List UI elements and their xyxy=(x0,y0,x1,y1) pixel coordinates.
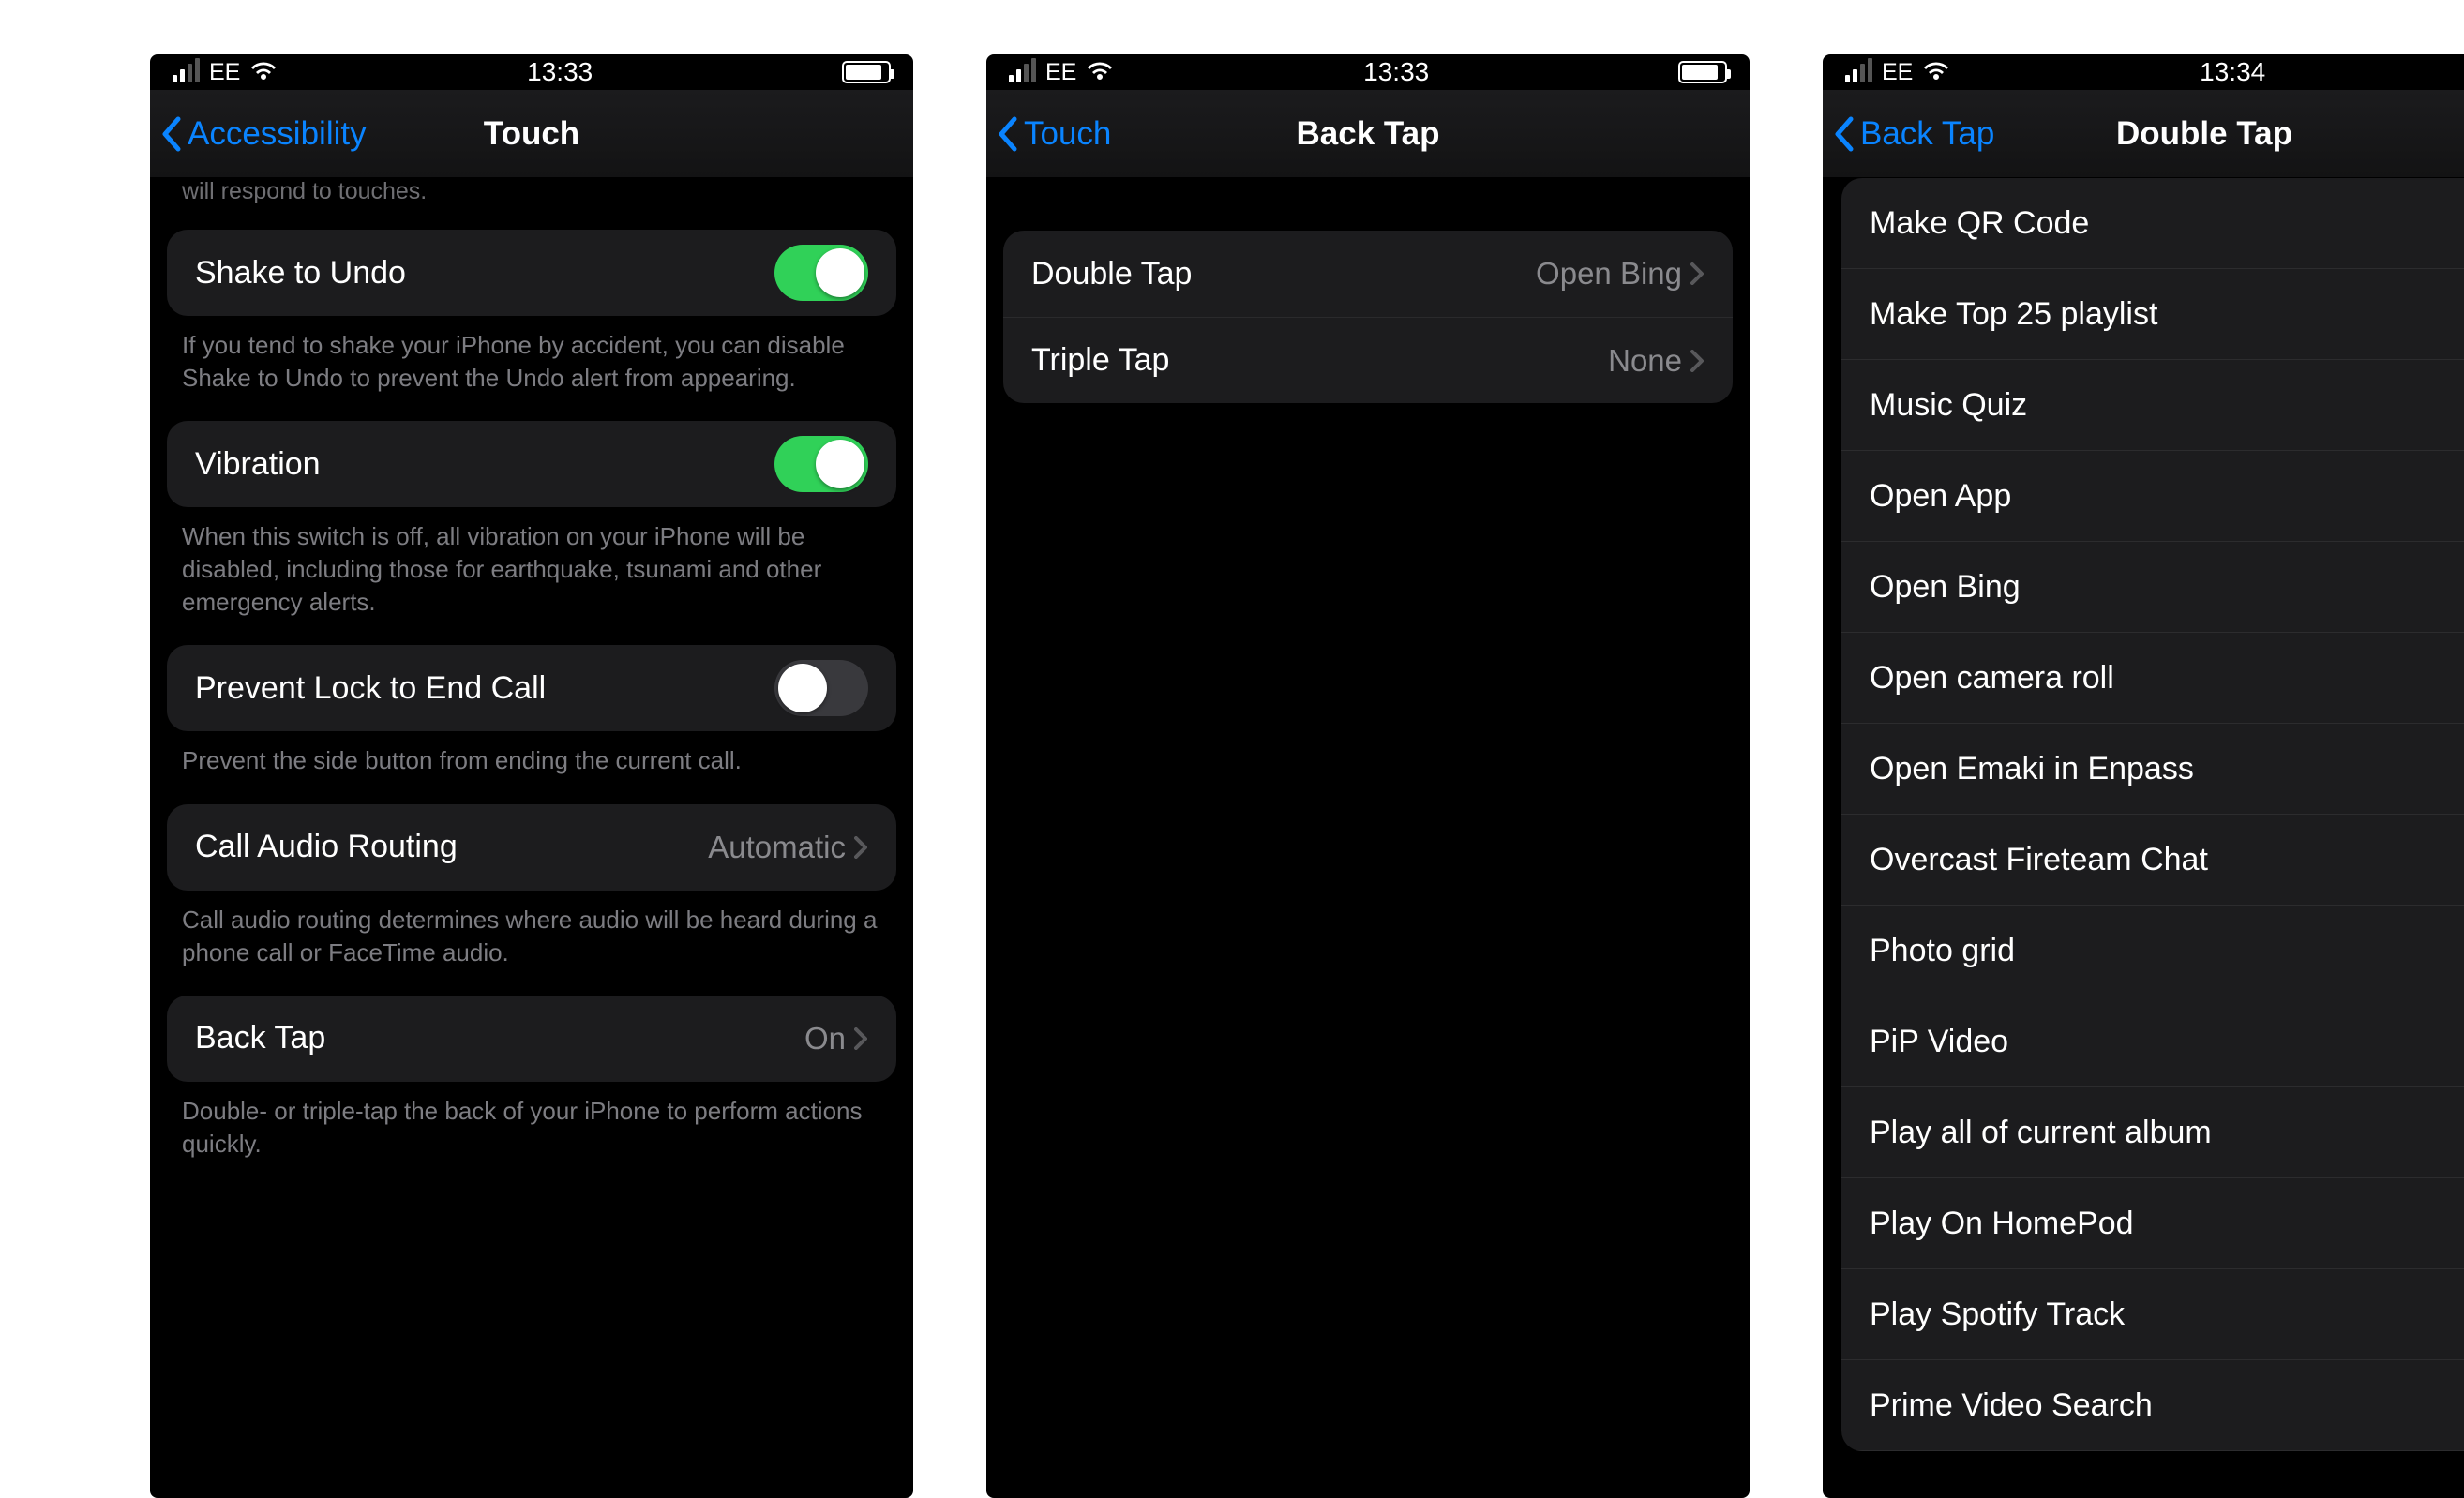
list-item[interactable]: Play Spotify Track xyxy=(1841,1269,2464,1360)
navbar: Accessibility Touch xyxy=(150,90,913,178)
row-label: Vibration xyxy=(195,446,321,483)
list-item[interactable]: Open Bing xyxy=(1841,542,2464,633)
footer-prevent-lock: Prevent the side button from ending the … xyxy=(150,731,913,785)
back-label: Accessibility xyxy=(188,115,367,153)
list-item-label: Make QR Code xyxy=(1870,205,2089,242)
back-button[interactable]: Back Tap xyxy=(1823,115,1994,153)
list-item-label: Photo grid xyxy=(1870,933,2015,969)
row-label: Back Tap xyxy=(195,1020,325,1056)
wifi-icon xyxy=(1922,62,1950,82)
list-item[interactable]: Play all of current album xyxy=(1841,1087,2464,1178)
chevron-left-icon xyxy=(159,115,184,153)
row-prevent-lock[interactable]: Prevent Lock to End Call xyxy=(167,645,896,731)
list-item-label: PiP Video xyxy=(1870,1024,2008,1060)
row-shake-to-undo[interactable]: Shake to Undo xyxy=(167,230,896,316)
list-item-label: Make Top 25 playlist xyxy=(1870,296,2157,333)
footer-vibration: When this switch is off, all vibration o… xyxy=(150,507,913,626)
row-value: On xyxy=(804,1021,846,1056)
back-label: Back Tap xyxy=(1860,115,1994,153)
list-item[interactable]: PiP Video xyxy=(1841,996,2464,1087)
signal-icon xyxy=(173,62,200,82)
signal-icon xyxy=(1845,62,1872,82)
list-item-label: Music Quiz xyxy=(1870,387,2027,424)
back-label: Touch xyxy=(1024,115,1111,153)
chevron-left-icon xyxy=(996,115,1020,153)
list-item[interactable]: Music Quiz xyxy=(1841,360,2464,451)
chevron-right-icon xyxy=(1690,262,1705,286)
list-item-label: Overcast Fireteam Chat xyxy=(1870,842,2208,878)
toggle-vibration[interactable] xyxy=(774,436,868,492)
list-item-label: Play all of current album xyxy=(1870,1115,2212,1151)
carrier-label: EE xyxy=(1882,59,1913,86)
footer-back-tap: Double- or triple-tap the back of your i… xyxy=(150,1082,913,1168)
carrier-label: EE xyxy=(209,59,240,86)
list-item-label: Play Spotify Track xyxy=(1870,1296,2125,1333)
navbar: Touch Back Tap xyxy=(986,90,1750,178)
row-double-tap[interactable]: Double Tap Open Bing xyxy=(1003,231,1733,317)
list-item[interactable]: Play On HomePod xyxy=(1841,1178,2464,1269)
navbar: Back Tap Double Tap xyxy=(1823,90,2464,178)
chevron-left-icon xyxy=(1832,115,1856,153)
battery-icon xyxy=(842,61,891,83)
row-triple-tap[interactable]: Triple Tap None xyxy=(1003,317,1733,403)
chevron-right-icon xyxy=(853,1026,868,1051)
status-bar: EE 13:33 xyxy=(150,54,913,90)
wifi-icon xyxy=(1086,62,1114,82)
list-item-label: Open camera roll xyxy=(1870,660,2114,697)
status-bar: EE 13:34 xyxy=(1823,54,2464,90)
row-back-tap[interactable]: Back Tap On xyxy=(167,996,896,1082)
clock: 13:33 xyxy=(1363,57,1429,87)
toggle-prevent-lock[interactable] xyxy=(774,660,868,716)
clock: 13:33 xyxy=(527,57,593,87)
list-item[interactable]: Make QR Code xyxy=(1841,178,2464,269)
screen-back-tap: EE 13:33 Touch Back Tap Double Tap Open … xyxy=(986,54,1750,1498)
row-vibration[interactable]: Vibration xyxy=(167,421,896,507)
list-item[interactable]: Overcast Fireteam Chat xyxy=(1841,815,2464,906)
row-label: Double Tap xyxy=(1031,256,1192,292)
row-value: Automatic xyxy=(708,830,846,865)
list-item-label: Open App xyxy=(1870,478,2011,515)
chevron-right-icon xyxy=(1690,349,1705,373)
list-item[interactable]: Prime Video Search xyxy=(1841,1360,2464,1451)
toggle-shake-to-undo[interactable] xyxy=(774,245,868,301)
row-label: Prevent Lock to End Call xyxy=(195,670,546,707)
status-bar: EE 13:33 xyxy=(986,54,1750,90)
footer-shake: If you tend to shake your iPhone by acci… xyxy=(150,316,913,402)
shortcut-list: Make QR Code Make Top 25 playlist Music Qu… xyxy=(1841,178,2464,1451)
row-value: Open Bing xyxy=(1536,256,1682,292)
row-label: Triple Tap xyxy=(1031,342,1169,379)
wifi-icon xyxy=(249,62,278,82)
list-item-label: Prime Video Search xyxy=(1870,1387,2153,1424)
screen-double-tap-picker: EE 13:34 Back Tap Double Tap Make QR Cod… xyxy=(1823,54,2464,1498)
list-item[interactable]: Open Emaki in Enpass xyxy=(1841,724,2464,815)
back-button[interactable]: Touch xyxy=(986,115,1111,153)
list-item-label: Open Emaki in Enpass xyxy=(1870,751,2194,787)
list-item[interactable]: Make Top 25 playlist xyxy=(1841,269,2464,360)
list-item[interactable]: Photo grid xyxy=(1841,906,2464,996)
list-item[interactable]: Open camera roll xyxy=(1841,633,2464,724)
list-item-label: Play On HomePod xyxy=(1870,1206,2134,1242)
row-label: Call Audio Routing xyxy=(195,829,458,865)
row-value: None xyxy=(1608,343,1682,379)
battery-icon xyxy=(1678,61,1727,83)
truncated-prev-footer: will respond to touches. xyxy=(150,178,913,211)
list-item-label: Open Bing xyxy=(1870,569,2021,606)
footer-call-routing: Call audio routing determines where audi… xyxy=(150,891,913,977)
row-label: Shake to Undo xyxy=(195,255,406,292)
list-item[interactable]: Open App xyxy=(1841,451,2464,542)
screen-touch-settings: EE 13:33 Accessibility Touch will respon… xyxy=(150,54,913,1498)
clock: 13:34 xyxy=(2200,57,2265,87)
carrier-label: EE xyxy=(1045,59,1076,86)
row-call-audio-routing[interactable]: Call Audio Routing Automatic xyxy=(167,804,896,891)
back-button[interactable]: Accessibility xyxy=(150,115,367,153)
chevron-right-icon xyxy=(853,835,868,860)
signal-icon xyxy=(1009,62,1036,82)
